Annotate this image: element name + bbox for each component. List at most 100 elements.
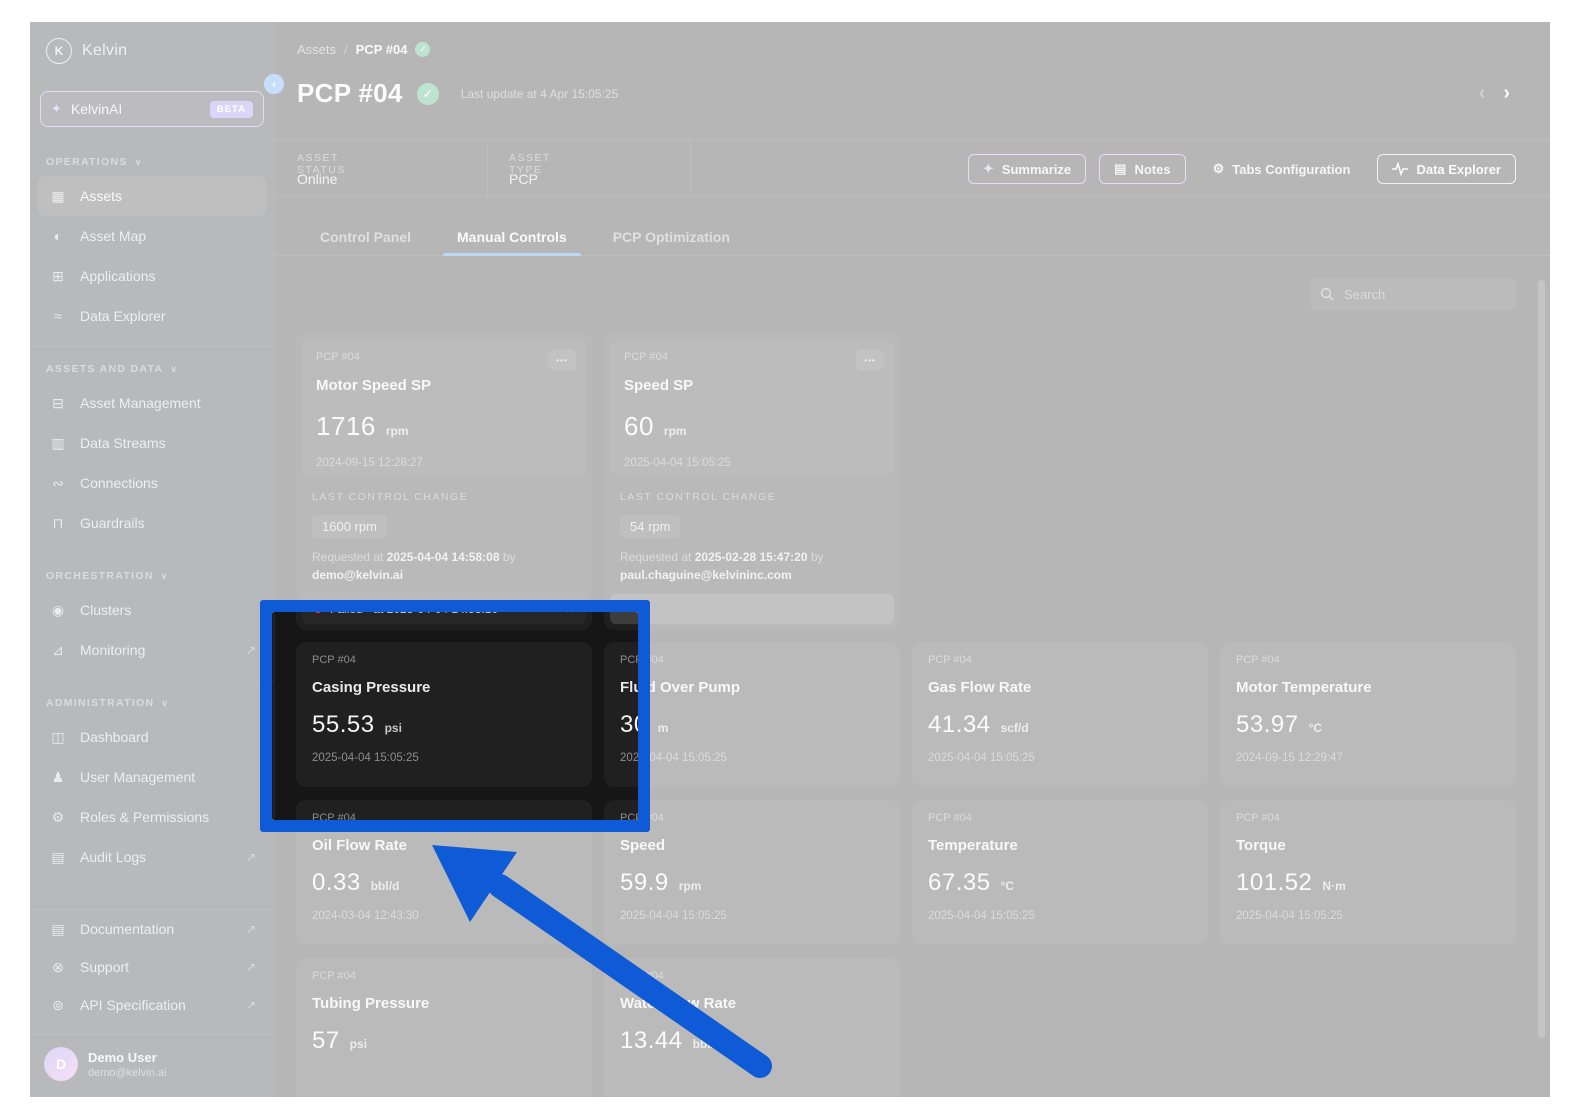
notes-icon: ▤ bbox=[1114, 161, 1127, 176]
last-control-change-label: LAST CONTROL CHANGE bbox=[312, 491, 469, 503]
gear-icon: ⚙ bbox=[1212, 161, 1225, 176]
section-operations[interactable]: OPERATIONS ∨ bbox=[30, 140, 274, 176]
tab-pcp-optimization[interactable]: PCP Optimization bbox=[613, 218, 730, 255]
card-title: Speed bbox=[620, 837, 666, 854]
card-unit: bbl/d bbox=[370, 879, 400, 893]
close-icon[interactable]: × bbox=[566, 601, 574, 617]
tabs-configuration-button[interactable]: ⚙ Tabs Configuration bbox=[1199, 154, 1365, 184]
search-input[interactable] bbox=[1342, 285, 1492, 303]
card-asset-label: PCP #04 bbox=[316, 351, 360, 363]
next-asset-button[interactable]: › bbox=[1503, 82, 1510, 105]
sidebar-item-label: Documentation bbox=[80, 921, 175, 937]
card-unit: psi bbox=[384, 721, 402, 735]
breadcrumb-current: PCP #04 bbox=[355, 42, 408, 57]
card-title: Tubing Pressure bbox=[312, 995, 430, 1012]
card-title: Fluid Over Pump bbox=[620, 679, 741, 696]
user-menu[interactable]: D Demo User demo@kelvin.ai bbox=[30, 1035, 274, 1097]
sidebar-item-label: User Management bbox=[80, 769, 196, 785]
card-value: 101.52 bbox=[1236, 869, 1313, 896]
sidebar-item-documentation[interactable]: ▤ Documentation ↗ bbox=[38, 910, 266, 948]
data-explorer-icon: ≈ bbox=[54, 308, 62, 324]
last-update-text: Last update at 4 Apr 15:05:25 bbox=[460, 86, 619, 101]
roles-permissions-icon: ⚙ bbox=[51, 808, 65, 825]
section-administration[interactable]: ADMINISTRATION ∨ bbox=[30, 681, 274, 717]
api-specification-icon: ⊚ bbox=[52, 996, 64, 1013]
sidebar-item-data-explorer[interactable]: ≈ Data Explorer bbox=[38, 296, 266, 336]
card-unit: psi bbox=[349, 1037, 368, 1051]
sensor-card-casing-pressure: PCP #04 Casing Pressure 55.53 psi 2025-04… bbox=[296, 642, 592, 787]
user-name: Demo User bbox=[88, 1049, 157, 1065]
section-orchestration[interactable]: ORCHESTRATION ∨ bbox=[30, 554, 274, 590]
more-options-button[interactable]: ••• bbox=[856, 349, 884, 371]
card-title: Torque bbox=[1236, 837, 1286, 854]
card-value: 0.33 bbox=[312, 869, 361, 896]
more-options-button[interactable]: ••• bbox=[548, 349, 576, 371]
clusters-icon: ◉ bbox=[51, 601, 65, 618]
reading-tile: PCP #04 ••• Speed SP 60 rpm 2025-04-04 1… bbox=[610, 339, 894, 475]
card-timestamp: 2024-03-04 12:43:30 bbox=[312, 910, 419, 922]
sidebar-item-monitoring[interactable]: ⊿ Monitoring ↗ bbox=[38, 630, 266, 670]
external-link-icon: ↗ bbox=[245, 643, 256, 657]
sidebar-item-label: Connections bbox=[80, 475, 158, 491]
sidebar-item-dashboard[interactable]: ◫ Dashboard bbox=[38, 717, 266, 757]
sidebar-item-applications[interactable]: ⊞ Applications bbox=[38, 256, 266, 296]
notes-button[interactable]: ▤ Notes bbox=[1099, 154, 1186, 184]
last-control-change-label: LAST CONTROL CHANGE bbox=[620, 491, 777, 503]
chevron-down-icon: ∨ bbox=[160, 570, 169, 581]
sensor-card-speed: PCP #04 Speed 59.9 rpm 2025-04-04 15:05:2… bbox=[604, 800, 900, 945]
sidebar-item-user-management[interactable]: ♟ User Management bbox=[38, 757, 266, 797]
sensor-card-temperature: PCP #04 Temperature 67.35 °C 2025-04-04 1… bbox=[912, 800, 1208, 945]
breadcrumb: Assets / PCP #04 ✓ bbox=[297, 42, 431, 57]
card-title: Motor Speed SP bbox=[316, 377, 432, 394]
card-value: 30 bbox=[620, 711, 648, 738]
kelvinai-label: KelvinAI bbox=[70, 101, 123, 117]
search-box[interactable] bbox=[1310, 278, 1516, 310]
card-timestamp: 2025-04-04 15:05:25 bbox=[620, 910, 727, 922]
sidebar-item-label: Support bbox=[80, 959, 130, 975]
control-status-bar: Failed - at 2025-04-04 14:58:10 × bbox=[302, 594, 586, 624]
card-value: 59.9 bbox=[620, 869, 669, 896]
previous-asset-button[interactable]: ‹ bbox=[1479, 82, 1486, 105]
sidebar-item-roles-permissions[interactable]: ⚙ Roles & Permissions bbox=[38, 797, 266, 837]
last-control-change: LAST CONTROL CHANGE 1600 rpm Requested a… bbox=[296, 491, 592, 584]
sidebar-item-asset-management[interactable]: ⊟ Asset Management bbox=[38, 383, 266, 423]
sidebar-collapse-button[interactable]: ‹ bbox=[264, 74, 284, 94]
sidebar-item-api-specification[interactable]: ⊚ API Specification ↗ bbox=[38, 986, 266, 1024]
scrollbar-thumb[interactable] bbox=[1538, 280, 1545, 1038]
sensor-card-gas-flow-rate: PCP #04 Gas Flow Rate 41.34 scf/d 2025-04… bbox=[912, 642, 1208, 787]
sidebar-item-asset-map[interactable]: ◐ Asset Map bbox=[38, 216, 266, 256]
sidebar-item-assets[interactable]: ▦ Assets bbox=[38, 176, 266, 216]
kelvin-logo-icon: K bbox=[46, 38, 72, 64]
breadcrumb-assets-link[interactable]: Assets bbox=[297, 42, 336, 57]
sparkle-icon: ✦ bbox=[51, 101, 62, 116]
asset-management-icon: ⊟ bbox=[52, 394, 64, 411]
tab-control-panel[interactable]: Control Panel bbox=[320, 218, 411, 255]
tab-manual-controls[interactable]: Manual Controls bbox=[443, 218, 581, 256]
sidebar-item-connections[interactable]: ∾ Connections bbox=[38, 463, 266, 503]
sidebar-item-clusters[interactable]: ◉ Clusters bbox=[38, 590, 266, 630]
divider bbox=[487, 141, 488, 196]
sidebar-item-audit-logs[interactable]: ▤ Audit Logs ↗ bbox=[38, 837, 266, 877]
sidebar-item-label: Clusters bbox=[80, 602, 132, 618]
sidebar-item-guardrails[interactable]: ⊓ Guardrails bbox=[38, 503, 266, 543]
card-value: 41.34 bbox=[928, 711, 991, 738]
guardrails-icon: ⊓ bbox=[52, 514, 64, 531]
sidebar-item-label: Assets bbox=[80, 188, 123, 204]
sidebar-item-label: Asset Management bbox=[80, 395, 201, 411]
card-timestamp: 2025-04-04 15:05:25 bbox=[624, 457, 731, 469]
control-status-text: Failed - at 2025-04-04 14:58:10 bbox=[330, 602, 499, 616]
summarize-button[interactable]: ✦ Summarize bbox=[967, 154, 1087, 184]
sidebar-item-support[interactable]: ⊗ Support ↗ bbox=[38, 948, 266, 986]
kelvinai-button[interactable]: ✦ KelvinAI BETA bbox=[40, 91, 264, 127]
card-timestamp: 2024-09-15 12:28:27 bbox=[316, 457, 423, 469]
card-unit: scf/d bbox=[1000, 721, 1029, 735]
data-explorer-button[interactable]: Data Explorer bbox=[1377, 154, 1516, 184]
sidebar-item-label: Monitoring bbox=[80, 642, 146, 658]
card-value: 57 bbox=[312, 1027, 340, 1054]
card-title: Casing Pressure bbox=[312, 679, 431, 696]
search-icon bbox=[1320, 287, 1334, 301]
user-email: demo@kelvin.ai bbox=[88, 1066, 167, 1079]
user-management-icon: ♟ bbox=[51, 768, 65, 785]
section-assets-and-data[interactable]: ASSETS AND DATA ∨ bbox=[30, 347, 274, 383]
sidebar-item-data-streams[interactable]: ▥ Data Streams bbox=[38, 423, 266, 463]
